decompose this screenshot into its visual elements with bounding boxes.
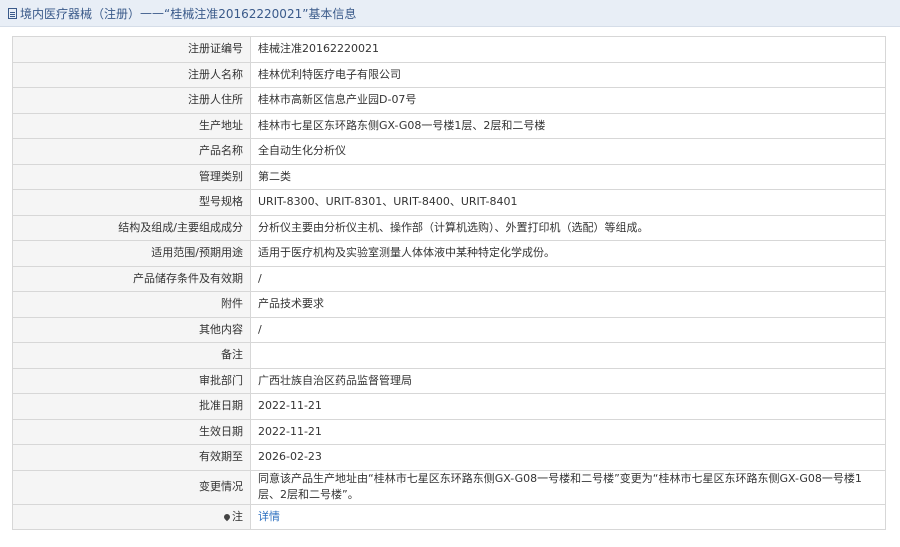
- map-pin-icon: [222, 512, 232, 521]
- row-label: 附件: [12, 291, 251, 318]
- row-value: 2022-11-21: [250, 393, 886, 420]
- row-value: 桂林市七星区东环路东侧GX-G08一号楼1层、2层和二号楼: [250, 112, 886, 139]
- table-row: 结构及组成/主要组成成分 分析仪主要由分析仪主机、操作部（计算机选购）、外置打印机…: [12, 214, 886, 241]
- row-value: 桂械注准20162220021: [250, 36, 886, 63]
- table-row: 注册人名称 桂林优利特医疗电子有限公司: [12, 61, 886, 88]
- table-row: 有效期至 2026-02-23: [12, 444, 886, 471]
- table-row: 型号规格 URIT-8300、URIT-8301、URIT-8400、URIT-8…: [12, 189, 886, 216]
- row-value: 全自动生化分析仪: [250, 138, 886, 165]
- row-label: 审批部门: [12, 367, 251, 394]
- row-label: 产品储存条件及有效期: [12, 265, 251, 292]
- table-row: 管理类别 第二类: [12, 163, 886, 190]
- row-value: URIT-8300、URIT-8301、URIT-8400、URIT-8401: [250, 189, 886, 216]
- row-value: [250, 342, 886, 369]
- row-label: 备注: [12, 342, 251, 369]
- header-section: 境内医疗器械（注册）: [20, 6, 141, 21]
- row-value: /: [250, 316, 886, 343]
- table-row: 生效日期 2022-11-21: [12, 418, 886, 445]
- row-value: 2026-02-23: [250, 444, 886, 471]
- header-title: “桂械注准20162220021”基本信息: [164, 6, 357, 21]
- row-label: 适用范围/预期用途: [12, 240, 251, 267]
- row-value: 广西壮族自治区药品监督管理局: [250, 367, 886, 394]
- row-label: 生效日期: [12, 418, 251, 445]
- row-label: 有效期至: [12, 444, 251, 471]
- table-row: 批准日期 2022-11-21: [12, 393, 886, 420]
- row-value: 2022-11-21: [250, 418, 886, 445]
- row-value: 同意该产品生产地址由“桂林市七星区东环路东侧GX-G08一号楼和二号楼”变更为“…: [250, 469, 886, 505]
- table-row: 备注: [12, 342, 886, 369]
- table-row: 适用范围/预期用途 适用于医疗机构及实验室测量人体体液中某种特定化学成份。: [12, 240, 886, 267]
- row-label: 注册证编号: [12, 36, 251, 63]
- row-label: 注册人名称: [12, 61, 251, 88]
- row-label: 其他内容: [12, 316, 251, 343]
- table-row: 其他内容 /: [12, 316, 886, 343]
- row-value: 第二类: [250, 163, 886, 190]
- table-row: 注册人住所 桂林市高新区信息产业园D-07号: [12, 87, 886, 114]
- table-row: 注册证编号 桂械注准20162220021: [12, 36, 886, 63]
- row-label: 变更情况: [12, 469, 251, 505]
- note-row: 注 详情: [12, 503, 886, 530]
- row-label: 结构及组成/主要组成成分: [12, 214, 251, 241]
- note-label-cell: 注: [12, 503, 251, 530]
- row-value: 产品技术要求: [250, 291, 886, 318]
- info-table-wrapper: 注册证编号 桂械注准20162220021 注册人名称 桂林优利特医疗电子有限公司 …: [12, 36, 886, 530]
- row-value: 桂林优利特医疗电子有限公司: [250, 61, 886, 88]
- table-row: 附件 产品技术要求: [12, 291, 886, 318]
- row-label: 管理类别: [12, 163, 251, 190]
- row-value: 桂林市高新区信息产业园D-07号: [250, 87, 886, 114]
- row-value: 适用于医疗机构及实验室测量人体体液中某种特定化学成份。: [250, 240, 886, 267]
- table-row: 产品名称 全自动生化分析仪: [12, 138, 886, 165]
- row-label: 型号规格: [12, 189, 251, 216]
- table-row: 产品储存条件及有效期 /: [12, 265, 886, 292]
- row-value: /: [250, 265, 886, 292]
- table-row: 生产地址 桂林市七星区东环路东侧GX-G08一号楼1层、2层和二号楼: [12, 112, 886, 139]
- row-label: 注册人住所: [12, 87, 251, 114]
- note-label: 注: [232, 509, 243, 523]
- row-label: 生产地址: [12, 112, 251, 139]
- note-value-cell: 详情: [250, 503, 886, 530]
- row-value: 分析仪主要由分析仪主机、操作部（计算机选购）、外置打印机（选配）等组成。: [250, 214, 886, 241]
- row-label: 批准日期: [12, 393, 251, 420]
- details-link[interactable]: 详情: [258, 510, 280, 523]
- info-table: 注册证编号 桂械注准20162220021 注册人名称 桂林优利特医疗电子有限公司 …: [12, 36, 886, 530]
- row-label: 产品名称: [12, 138, 251, 165]
- table-row: 审批部门 广西壮族自治区药品监督管理局: [12, 367, 886, 394]
- document-icon: [8, 7, 17, 19]
- header-separator: ——: [140, 6, 165, 20]
- page-header: 境内医疗器械（注册） —— “桂械注准20162220021”基本信息: [0, 0, 900, 27]
- table-row: 变更情况 同意该产品生产地址由“桂林市七星区东环路东侧GX-G08一号楼和二号楼”…: [12, 469, 886, 505]
